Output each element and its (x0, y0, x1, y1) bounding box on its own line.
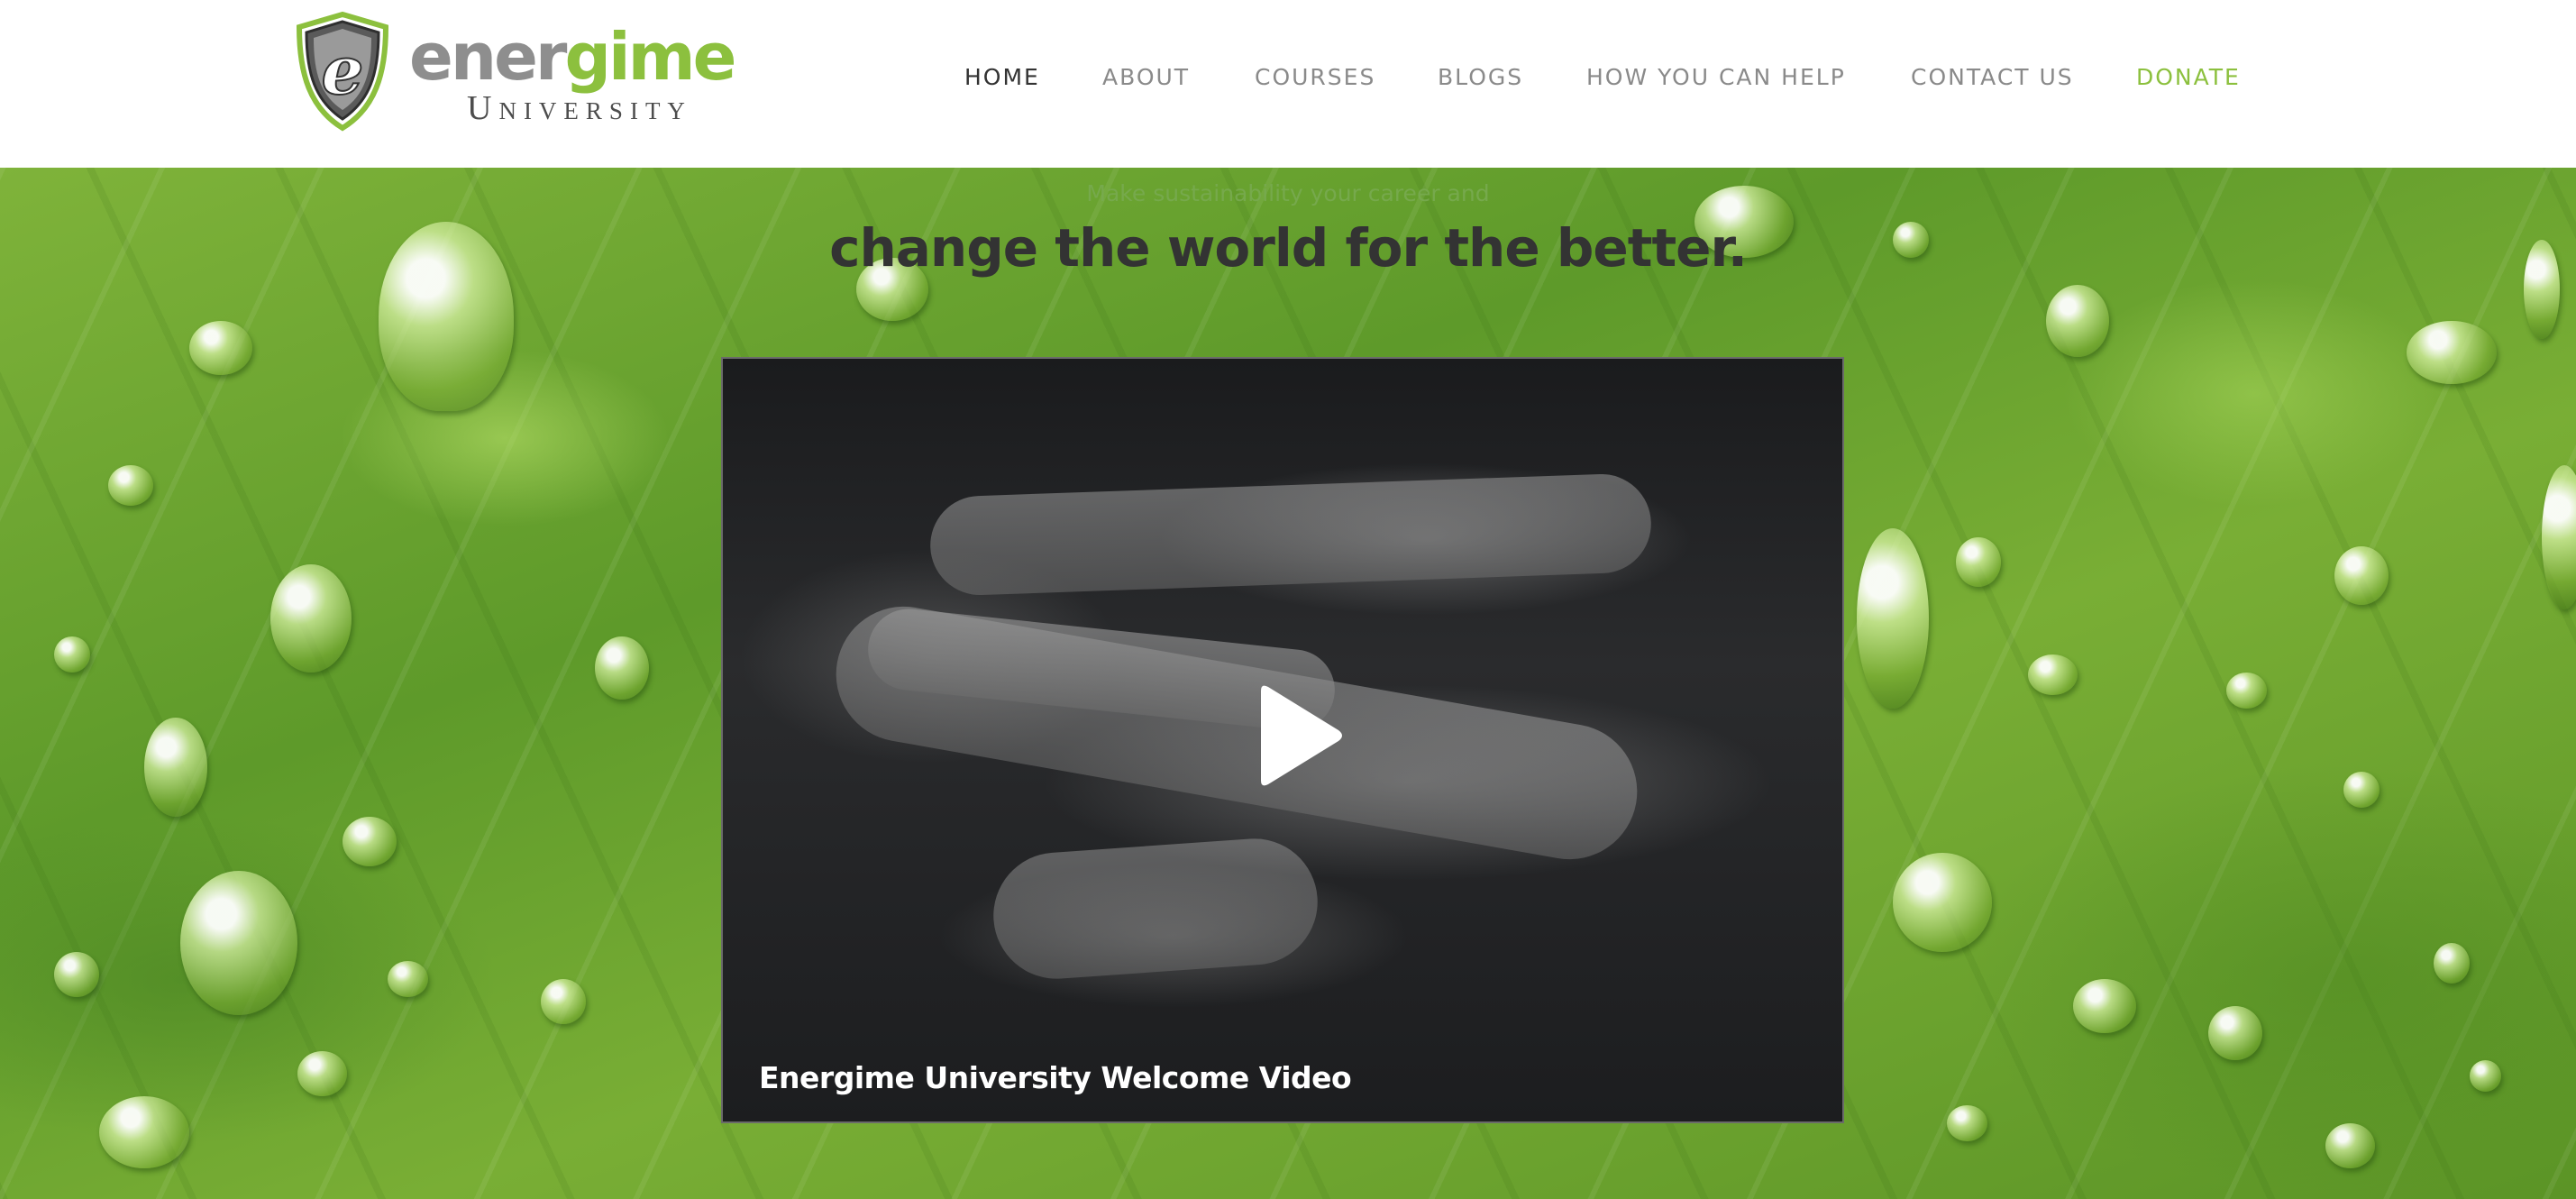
nav-blogs[interactable]: BLOGS (1438, 59, 1523, 96)
video-caption: Energime University Welcome Video (759, 1060, 1352, 1095)
logo-word-green: gime (564, 19, 736, 95)
nav-about[interactable]: ABOUT (1102, 59, 1190, 96)
hero-section: Make sustainability your career and chan… (0, 168, 2576, 1199)
site-header: e energime University HOME ABOUT COURSES… (0, 0, 2576, 168)
hero-kicker: Make sustainability your career and (1086, 180, 1490, 206)
shield-logo-icon: e (296, 11, 389, 132)
logo-word-grey: ener (409, 19, 567, 95)
nav-how-you-can-help[interactable]: HOW YOU CAN HELP (1586, 59, 1846, 96)
nav-courses[interactable]: COURSES (1255, 59, 1375, 96)
play-icon[interactable] (1248, 682, 1347, 790)
welcome-video-player[interactable]: Energime University Welcome Video (721, 357, 1844, 1123)
svg-text:e: e (321, 32, 363, 110)
nav-contact-us[interactable]: CONTACT US (1911, 59, 2074, 96)
logo-wordmark: energime (409, 23, 737, 90)
logo-subtitle: University (467, 89, 692, 127)
site-logo[interactable]: e energime University (292, 11, 770, 133)
nav-home[interactable]: HOME (964, 59, 1040, 96)
nav-donate[interactable]: DONATE (2136, 59, 2241, 96)
hero-title: change the world for the better. (829, 217, 1748, 279)
